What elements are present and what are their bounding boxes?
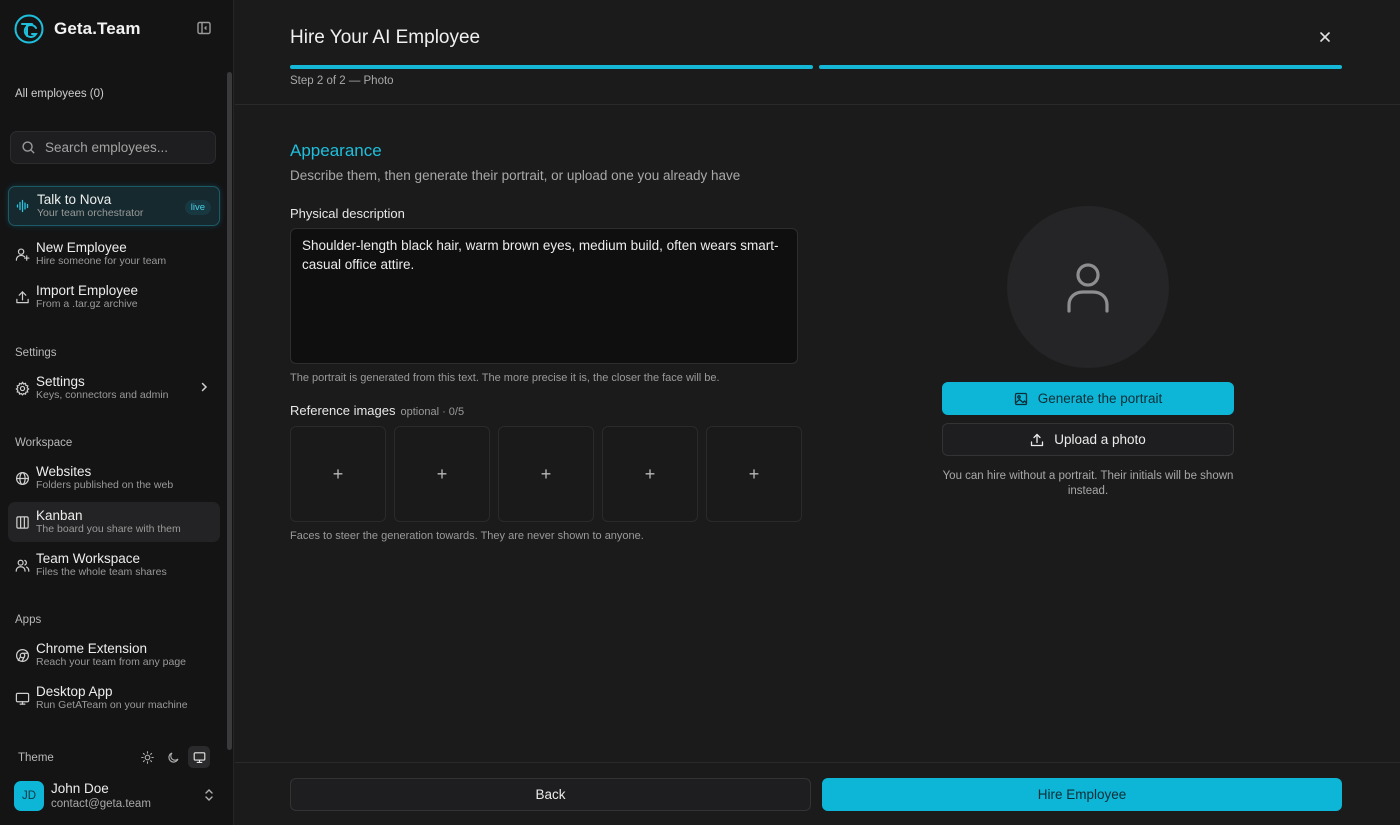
sidebar-item-team-workspace[interactable]: Team Workspace Files the whole team shar…: [8, 545, 220, 585]
monitor-theme-icon[interactable]: [188, 746, 210, 768]
sidebar-item-subtitle: Files the whole team shares: [36, 566, 167, 578]
back-button[interactable]: Back: [290, 778, 811, 811]
sidebar-item-settings[interactable]: Settings Keys, connectors and admin: [8, 368, 220, 408]
step-progress: [290, 65, 1342, 69]
brand[interactable]: Geta.Team: [14, 14, 141, 44]
reference-images-label: Reference images optional · 0/5: [290, 403, 464, 418]
geta-logo-icon: [14, 14, 44, 44]
generate-portrait-label: Generate the portrait: [1037, 391, 1163, 406]
sidebar: Geta.Team All employees (0) Talk to Nova…: [0, 0, 234, 825]
reference-images-title: Reference images: [290, 403, 396, 418]
brand-name: Geta.Team: [54, 19, 141, 38]
user-name: John Doe: [51, 781, 109, 796]
sidebar-item-title: Desktop App: [36, 684, 113, 699]
monitor-icon: [8, 691, 36, 706]
sidebar-item-subtitle: The board you share with them: [36, 523, 181, 535]
portrait-note: You can hire without a portrait. Their i…: [942, 470, 1234, 497]
sidebar-item-subtitle: Hire someone for your team: [36, 255, 167, 267]
reference-image-slot[interactable]: +: [498, 426, 594, 522]
upload-photo-button[interactable]: Upload a photo: [942, 423, 1234, 456]
sidebar-item-title: New Employee: [36, 240, 127, 255]
sidebar-item-import-employee[interactable]: Import Employee From a .tar.gz archive: [8, 277, 220, 317]
chevron-up-down-icon: [202, 788, 216, 802]
sidebar-item-subtitle: Keys, connectors and admin: [36, 389, 169, 401]
waveform-icon: [9, 199, 37, 213]
reference-image-slot[interactable]: +: [706, 426, 802, 522]
sidebar-item-talk-to-nova[interactable]: Talk to Nova Your team orchestrator live: [8, 186, 220, 226]
sidebar-item-title: Chrome Extension: [36, 641, 148, 656]
user-icon: [1067, 263, 1109, 313]
upload-icon: [1031, 433, 1044, 446]
sidebar-item-subtitle: Folders published on the web: [36, 479, 174, 491]
theme-row: Theme: [18, 746, 214, 768]
settings-section-label: Settings: [15, 347, 57, 359]
all-employees-label[interactable]: All employees (0): [15, 88, 104, 100]
sidebar-scrollbar[interactable]: [227, 72, 232, 750]
description-help: The portrait is generated from this text…: [290, 372, 720, 384]
section-subtitle: Describe them, then generate their portr…: [290, 168, 741, 183]
dialog-title: Hire Your AI Employee: [290, 27, 481, 48]
upload-icon: [8, 290, 36, 305]
hire-dialog: Hire Your AI Employee Step 2 of 2 — Phot…: [235, 0, 1400, 825]
sidebar-item-subtitle: From a .tar.gz archive: [36, 298, 138, 310]
chrome-icon: [8, 648, 36, 663]
sidebar-item-chrome-extension[interactable]: Chrome Extension Reach your team from an…: [8, 635, 220, 675]
hire-employee-button[interactable]: Hire Employee: [822, 778, 1342, 811]
sidebar-item-title: Talk to Nova: [37, 192, 112, 207]
portrait-placeholder: [1007, 206, 1169, 368]
chevron-right-icon: [198, 381, 210, 393]
reference-help: Faces to steer the generation towards. T…: [290, 530, 644, 542]
upload-photo-label: Upload a photo: [1054, 432, 1146, 447]
sidebar-item-title: Kanban: [36, 508, 83, 523]
dialog-header: Hire Your AI Employee Step 2 of 2 — Phot…: [235, 0, 1400, 105]
reference-image-slot[interactable]: +: [602, 426, 698, 522]
image-icon: [1014, 392, 1027, 405]
user-menu[interactable]: JD John Doe contact@geta.team: [14, 780, 220, 812]
reference-image-slot[interactable]: +: [290, 426, 386, 522]
reference-images-row: + + + + +: [290, 426, 802, 522]
close-icon[interactable]: [1318, 30, 1334, 46]
reference-image-slot[interactable]: +: [394, 426, 490, 522]
kanban-icon: [8, 515, 36, 530]
search-input[interactable]: [45, 140, 205, 155]
sidebar-item-title: Settings: [36, 374, 85, 389]
section-title: Appearance: [290, 141, 382, 160]
workspace-section-label: Workspace: [15, 437, 73, 449]
sidebar-item-websites[interactable]: Websites Folders published on the web: [8, 458, 220, 498]
sidebar-item-subtitle: Run GetATeam on your machine: [36, 699, 188, 711]
progress-step-1: [290, 65, 813, 69]
user-email: contact@geta.team: [51, 798, 151, 810]
sidebar-item-kanban[interactable]: Kanban The board you share with them: [8, 502, 220, 542]
sidebar-item-subtitle: Your team orchestrator: [37, 207, 144, 219]
sidebar-item-title: Team Workspace: [36, 551, 141, 566]
physical-description-label: Physical description: [290, 206, 405, 221]
progress-step-2: [819, 65, 1342, 69]
dialog-footer: Back Hire Employee: [235, 762, 1400, 825]
generate-portrait-button[interactable]: Generate the portrait: [942, 382, 1234, 415]
user-plus-icon: [8, 247, 36, 262]
sidebar-item-new-employee[interactable]: New Employee Hire someone for your team: [8, 234, 220, 274]
apps-section-label: Apps: [15, 614, 42, 626]
sidebar-item-subtitle: Reach your team from any page: [36, 656, 186, 668]
reference-images-count: optional · 0/5: [400, 406, 465, 418]
sidebar-item-title: Import Employee: [36, 283, 139, 298]
step-label: Step 2 of 2 — Photo: [290, 75, 394, 87]
globe-icon: [8, 471, 36, 486]
physical-description-input[interactable]: Shoulder-length black hair, warm brown e…: [290, 228, 798, 364]
live-badge: live: [184, 200, 211, 215]
avatar: JD: [14, 781, 44, 811]
search-box[interactable]: [10, 131, 216, 164]
sidebar-collapse-icon[interactable]: [196, 20, 214, 38]
sun-icon[interactable]: [136, 746, 158, 768]
gear-icon: [8, 380, 36, 396]
users-icon: [8, 558, 36, 573]
sidebar-item-desktop-app[interactable]: Desktop App Run GetATeam on your machine: [8, 678, 220, 718]
search-icon: [22, 141, 35, 154]
theme-label: Theme: [18, 752, 54, 764]
theme-switcher: [136, 746, 210, 768]
moon-icon[interactable]: [162, 746, 184, 768]
sidebar-item-title: Websites: [36, 464, 92, 479]
